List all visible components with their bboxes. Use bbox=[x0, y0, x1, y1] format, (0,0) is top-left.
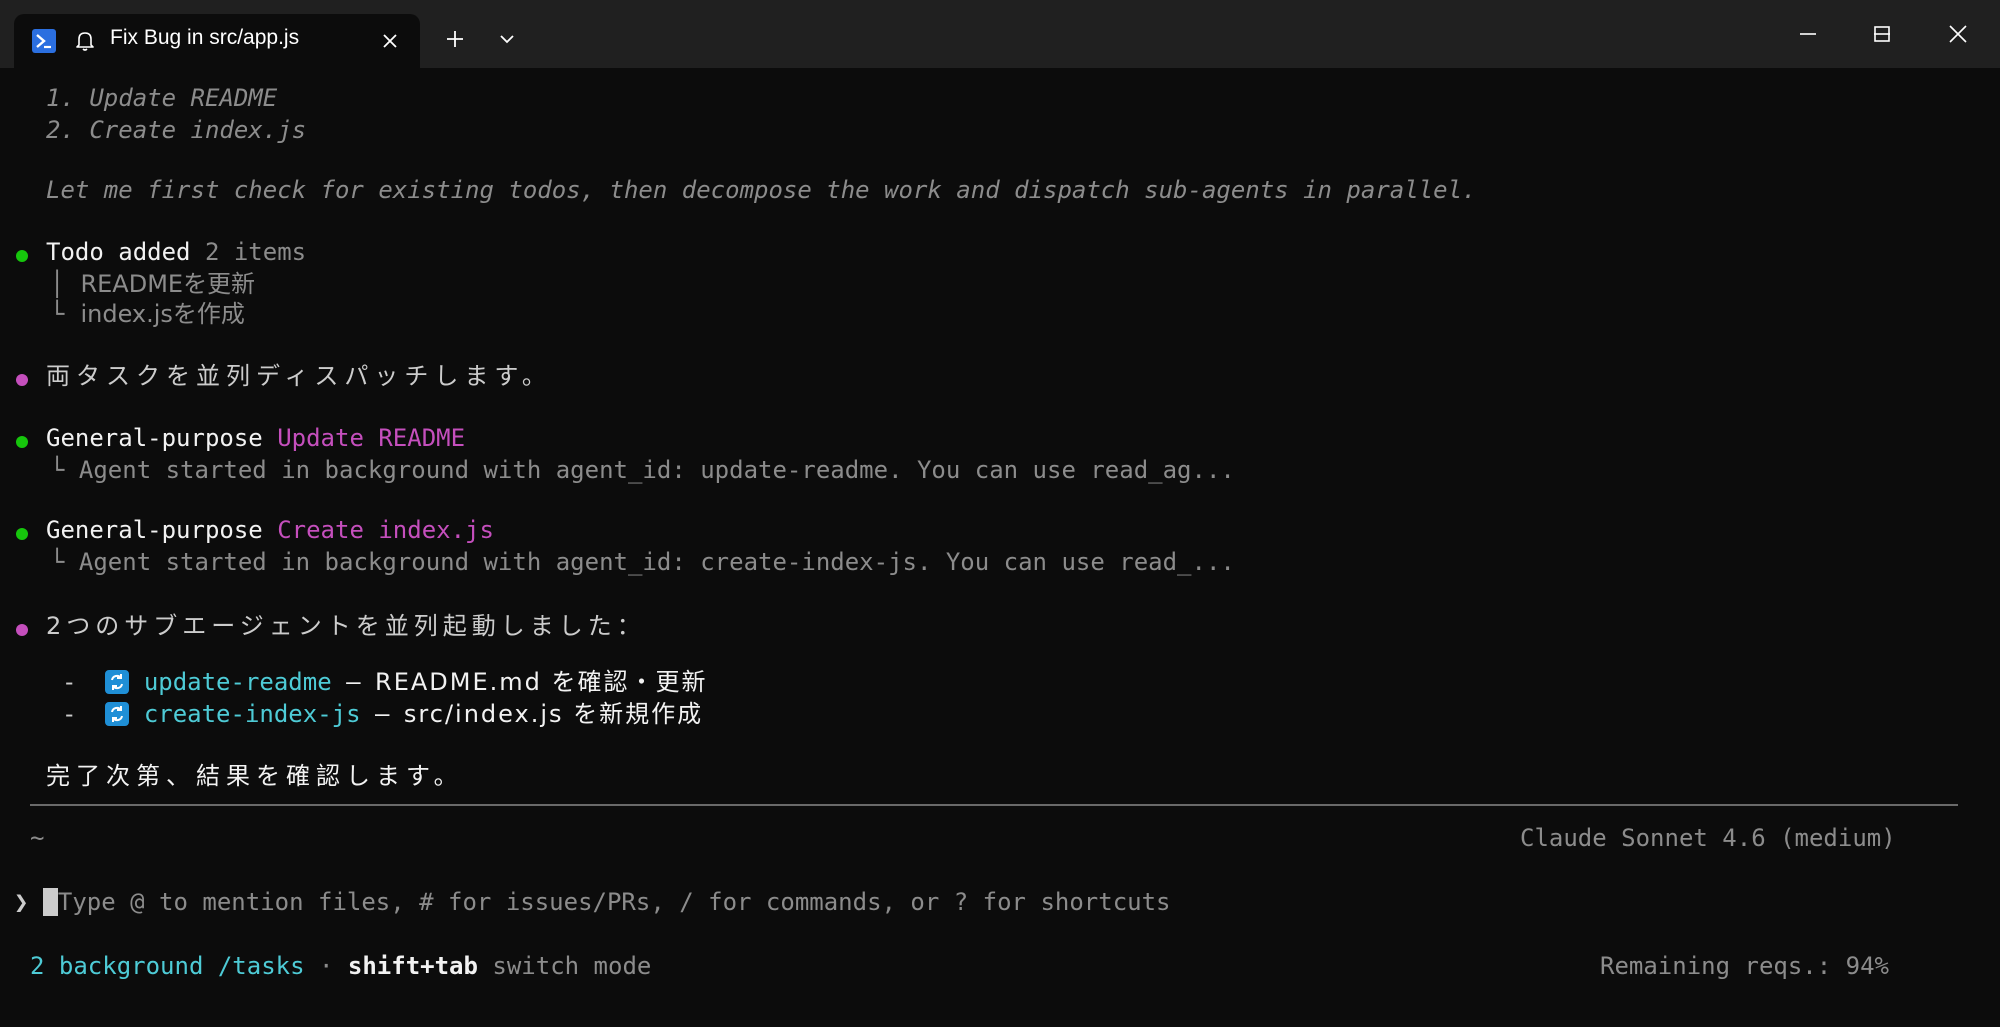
list-bullet: - bbox=[62, 700, 77, 728]
status-dot-message bbox=[16, 374, 28, 386]
subagent-desc: README.md を確認・更新 bbox=[375, 668, 708, 696]
agent-detail-1: └ Agent started in background with agent… bbox=[50, 454, 1235, 486]
prompt-input[interactable]: ❯ Type @ to mention files, # for issues/… bbox=[14, 886, 1171, 918]
dash: – bbox=[375, 700, 390, 728]
shortcut-desc: switch mode bbox=[492, 952, 652, 980]
list-bullet: - bbox=[62, 668, 77, 696]
tab-fix-bug[interactable]: Fix Bug in src/app.js bbox=[14, 14, 420, 68]
window-close-icon[interactable] bbox=[1938, 14, 1978, 54]
remaining-requests: Remaining reqs.: 94% bbox=[1600, 952, 1889, 980]
prompt-symbol: ❯ bbox=[14, 888, 29, 916]
tree-branch: │ bbox=[50, 270, 65, 298]
shortcut-key: shift+tab bbox=[347, 952, 478, 980]
todo-title: Todo added bbox=[46, 238, 191, 266]
status-dot-message bbox=[16, 624, 28, 636]
chevron-down-icon[interactable] bbox=[492, 24, 522, 54]
agent-type: General-purpose bbox=[46, 516, 263, 544]
text-cursor bbox=[42, 888, 58, 916]
agent-header-1: General-purpose Update README bbox=[46, 422, 465, 454]
bell-icon bbox=[72, 28, 98, 54]
title-bar: Fix Bug in src/app.js bbox=[0, 0, 2000, 68]
agent-detail-text: Agent started in background with agent_i… bbox=[78, 548, 1235, 576]
agent-detail-text: Agent started in background with agent_i… bbox=[78, 456, 1235, 484]
tree-branch: └ bbox=[50, 300, 65, 328]
subagent-id: update-readme bbox=[143, 668, 332, 696]
tree-branch: └ bbox=[50, 548, 65, 576]
status-dot-success bbox=[16, 528, 28, 540]
agent-name: Update README bbox=[277, 424, 466, 452]
status-dot-success bbox=[16, 436, 28, 448]
todo-item-text: READMEを更新 bbox=[80, 270, 256, 298]
agent-header-2: General-purpose Create index.js bbox=[46, 514, 494, 546]
dispatch-message: 両タスクを並列ディスパッチします。 bbox=[46, 362, 552, 390]
maximize-icon[interactable] bbox=[1862, 14, 1902, 54]
tree-branch: └ bbox=[50, 456, 65, 484]
todo-item-text: index.jsを作成 bbox=[80, 300, 245, 328]
close-icon[interactable] bbox=[376, 27, 404, 55]
plus-icon[interactable] bbox=[440, 24, 470, 54]
footer-separator: · bbox=[319, 952, 334, 980]
agent-name: Create index.js bbox=[277, 516, 494, 544]
subagent-item-2: - create-index-js – src/index.js を新規作成 bbox=[62, 698, 703, 730]
minimize-icon[interactable] bbox=[1788, 14, 1828, 54]
started-message: 2つのサブエージェントを並列起動しました： bbox=[46, 612, 646, 640]
todo-count: 2 items bbox=[204, 238, 307, 266]
intro-text: Let me first check for existing todos, t… bbox=[46, 176, 1477, 204]
wait-message: 完了次第、結果を確認します。 bbox=[46, 762, 464, 790]
subagent-desc: src/index.js を新規作成 bbox=[403, 700, 704, 728]
status-dot-success bbox=[16, 250, 28, 262]
sync-icon bbox=[105, 670, 130, 694]
tab-title: Fix Bug in src/app.js bbox=[110, 26, 300, 49]
plan-item-2: 2. Create index.js bbox=[46, 116, 307, 144]
terminal-shell-icon bbox=[32, 29, 56, 53]
background-tasks-link[interactable]: 2 background /tasks bbox=[30, 952, 305, 980]
input-placeholder: Type @ to mention files, # for issues/PR… bbox=[57, 888, 1171, 916]
model-indicator[interactable]: Claude Sonnet 4.6 (medium) bbox=[1520, 822, 1896, 854]
subagent-id: create-index-js bbox=[143, 700, 361, 728]
input-separator bbox=[30, 804, 1958, 806]
cwd-indicator: ~ bbox=[30, 824, 45, 852]
terminal-body: 1. Update README 2. Create index.js Let … bbox=[0, 68, 2000, 1027]
agent-detail-2: └ Agent started in background with agent… bbox=[50, 546, 1235, 578]
plan-item-1: 1. Update README bbox=[46, 84, 278, 112]
terminal-window: Fix Bug in src/app.js 1. Update README 2… bbox=[0, 0, 2000, 1027]
subagent-item-1: - update-readme – README.md を確認・更新 bbox=[62, 666, 708, 698]
todo-header: Todo added 2 items bbox=[46, 236, 306, 268]
todo-item-1: │ READMEを更新 bbox=[50, 268, 255, 300]
footer-left: 2 background /tasks · shift+tab switch m… bbox=[30, 950, 651, 982]
agent-type: General-purpose bbox=[46, 424, 263, 452]
sync-icon bbox=[105, 702, 130, 726]
todo-item-2: └ index.jsを作成 bbox=[50, 298, 245, 330]
dash: – bbox=[346, 668, 361, 696]
